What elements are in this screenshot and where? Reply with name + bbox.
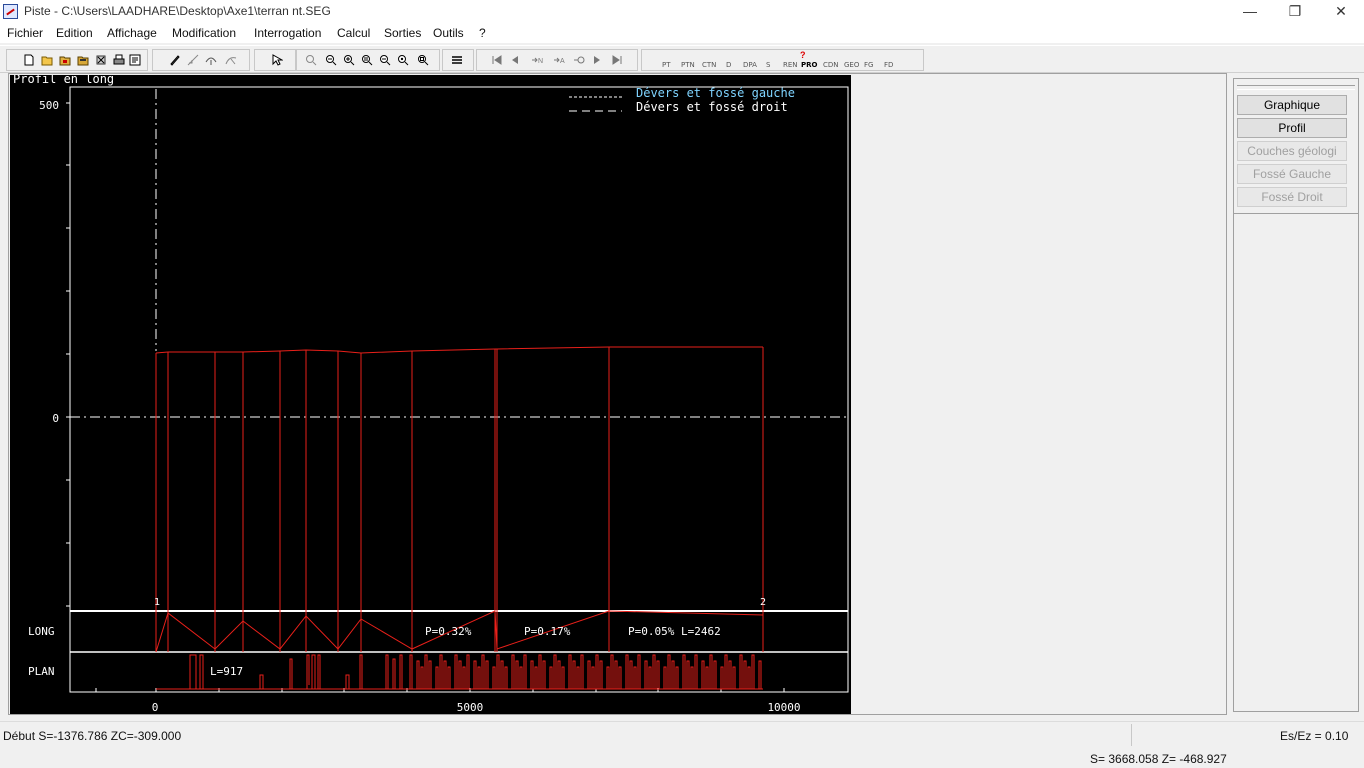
- point-label-1: 1: [154, 597, 160, 608]
- window-title: Piste - C:\Users\LAADHARE\Desktop\Axe1\t…: [24, 4, 331, 18]
- profil-button[interactable]: Profil: [1237, 118, 1347, 138]
- slope-label-3: P=0.05% L=2462: [628, 625, 721, 638]
- menu-fichier[interactable]: Fichier: [7, 26, 43, 40]
- layers-icon[interactable]: [451, 54, 463, 66]
- couches-geologiques-button[interactable]: Couches géologi: [1237, 141, 1347, 161]
- svg-text:N: N: [538, 58, 543, 65]
- legend-left-ditch: Dévers et fossé gauche: [636, 86, 795, 100]
- status-cursor-coords: S= 3668.058 Z= -468.927: [1090, 752, 1227, 766]
- y-label-500: 500: [39, 99, 59, 112]
- svg-text:A: A: [560, 58, 565, 65]
- goto-abscissa-icon[interactable]: A: [553, 54, 565, 66]
- status-scale-ratio: Es/Ez = 0.10: [1280, 729, 1349, 743]
- toolbar-layer-group: [442, 49, 474, 71]
- toggle-pt[interactable]: PT: [662, 61, 671, 69]
- open-folder-icon[interactable]: [41, 54, 53, 66]
- sidebar-panel: Graphique Profil Couches géologi Fossé G…: [1233, 78, 1359, 712]
- toggle-ren[interactable]: REN: [783, 61, 798, 69]
- y-label-0: 0: [52, 412, 59, 425]
- plan-band: [156, 654, 763, 690]
- slope-label-1: P=0.32%: [425, 625, 472, 638]
- menu-calcul[interactable]: Calcul: [337, 26, 370, 40]
- zoom-previous-icon[interactable]: [361, 54, 373, 66]
- x-label-5000: 5000: [457, 701, 484, 714]
- toolbar-navigation-group: N A: [476, 49, 638, 71]
- title-bar: Piste - C:\Users\LAADHARE\Desktop\Axe1\t…: [0, 0, 1364, 23]
- toggle-cdn[interactable]: CDN: [823, 61, 839, 69]
- menu-interrogation[interactable]: Interrogation: [254, 26, 321, 40]
- toggle-geo[interactable]: GEO: [844, 61, 859, 69]
- zoom-in-icon[interactable]: [343, 54, 355, 66]
- help-icon: ?: [800, 50, 806, 60]
- new-file-icon[interactable]: [23, 54, 35, 66]
- toolbar-file-group: [6, 49, 148, 71]
- legend-right-ditch: Dévers et fossé droit: [636, 100, 788, 114]
- graphique-button[interactable]: Graphique: [1237, 95, 1347, 115]
- print-icon[interactable]: [113, 54, 125, 66]
- slope-label-2: P=0.17%: [524, 625, 571, 638]
- status-start: Début S=-1376.786 ZC=-309.000: [3, 729, 182, 743]
- menu-sorties[interactable]: Sorties: [384, 26, 421, 40]
- x-label-0: 0: [152, 701, 159, 714]
- toolbar-draw-group: [152, 49, 250, 71]
- menu-outils[interactable]: Outils: [433, 26, 464, 40]
- pencil-icon[interactable]: [169, 54, 181, 66]
- curve-tool-icon[interactable]: [225, 54, 237, 66]
- toolbar-select-group: [254, 49, 296, 71]
- toggle-pro[interactable]: PRO: [801, 61, 817, 69]
- menu-help[interactable]: ?: [479, 26, 486, 40]
- terrain-profile: [155, 346, 764, 653]
- goto-number-icon[interactable]: N: [531, 54, 543, 66]
- profile-plot[interactable]: Profil en long 500 0 0 5000 10000 Dévers…: [10, 75, 851, 714]
- open-project-icon[interactable]: [59, 54, 71, 66]
- zoom-extents-icon[interactable]: [397, 54, 409, 66]
- next-profile-icon[interactable]: [591, 54, 603, 66]
- restore-button[interactable]: ❐: [1272, 0, 1318, 23]
- point-label-2: 2: [760, 597, 766, 608]
- toggle-fg[interactable]: FG: [864, 61, 873, 69]
- first-profile-icon[interactable]: [491, 54, 503, 66]
- arc-tool-icon[interactable]: [205, 54, 217, 66]
- menu-bar: Fichier Edition Affichage Modification I…: [0, 23, 1364, 43]
- line-tool-icon[interactable]: [187, 54, 199, 66]
- toggle-ptn[interactable]: PTN: [681, 61, 695, 69]
- previous-profile-icon[interactable]: [509, 54, 521, 66]
- plan-length-label: L=917: [210, 665, 243, 678]
- open-archive-icon[interactable]: [77, 54, 89, 66]
- menu-edition[interactable]: Edition: [56, 26, 93, 40]
- properties-icon[interactable]: [129, 54, 141, 66]
- toggle-dpa[interactable]: DPA: [743, 61, 757, 69]
- status-separator: [1131, 724, 1132, 746]
- select-tool-icon[interactable]: [271, 54, 283, 66]
- fosse-gauche-button[interactable]: Fossé Gauche: [1237, 164, 1347, 184]
- zoom-window-icon[interactable]: [305, 54, 317, 66]
- toolbar-layers-toggle-group: PT PTN CTN D DPA S REN ? PRO CDN GEO FG …: [641, 49, 924, 71]
- toggle-fd[interactable]: FD: [884, 61, 893, 69]
- minimize-button[interactable]: —: [1227, 0, 1273, 23]
- menu-affichage[interactable]: Affichage: [107, 26, 157, 40]
- last-profile-icon[interactable]: [611, 54, 623, 66]
- toggle-d[interactable]: D: [726, 61, 731, 69]
- sidebar-divider: [1237, 85, 1355, 90]
- x-label-10000: 10000: [767, 701, 800, 714]
- app-icon: [3, 4, 18, 19]
- sidebar-separator: [1234, 213, 1358, 214]
- profile-canvas[interactable]: Profil en long 500 0 0 5000 10000 Dévers…: [10, 75, 851, 714]
- zoom-scale-icon[interactable]: [417, 54, 429, 66]
- band-plan-label: PLAN: [28, 665, 55, 678]
- toolbar-zoom-group: [296, 49, 440, 71]
- close-file-icon[interactable]: [95, 54, 107, 66]
- search-profile-icon[interactable]: [573, 54, 585, 66]
- band-long-label: LONG: [28, 625, 55, 638]
- zoom-out-icon[interactable]: [325, 54, 337, 66]
- toggle-s[interactable]: S: [766, 61, 770, 69]
- menu-modification[interactable]: Modification: [172, 26, 236, 40]
- zoom-all-icon[interactable]: [379, 54, 391, 66]
- close-button[interactable]: ✕: [1318, 0, 1364, 23]
- status-bar: Début S=-1376.786 ZC=-309.000 Es/Ez = 0.…: [0, 721, 1364, 768]
- plot-title: Profil en long: [13, 75, 114, 86]
- toolbar: N A PT PTN CTN D DPA S REN ? PRO CDN GEO…: [0, 45, 1364, 73]
- fosse-droit-button[interactable]: Fossé Droit: [1237, 187, 1347, 207]
- toggle-ctn[interactable]: CTN: [702, 61, 716, 69]
